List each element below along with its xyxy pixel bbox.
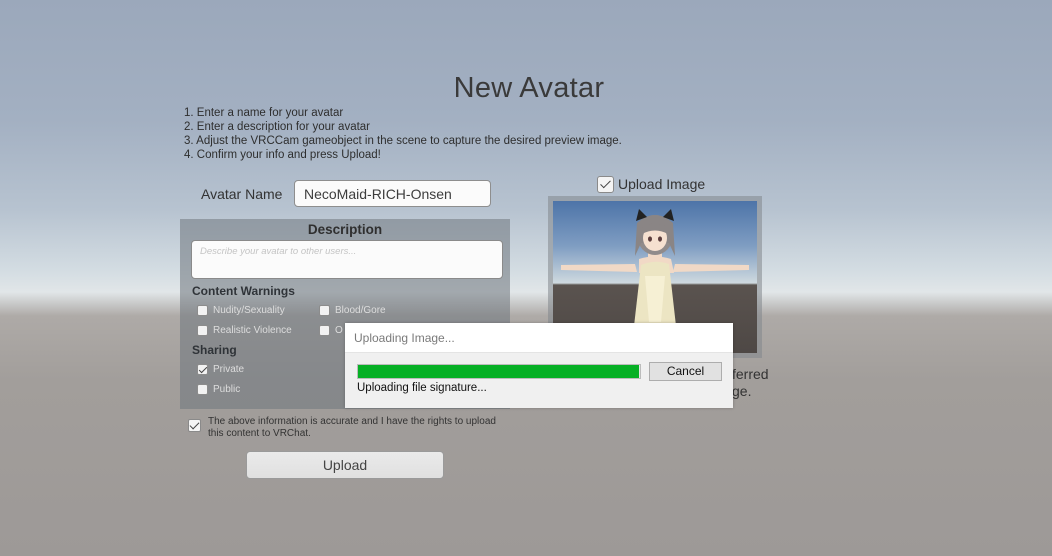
progress-bar-fill [358, 365, 639, 378]
private-checkbox[interactable] [197, 364, 208, 375]
agreement-text: The above information is accurate and I … [208, 416, 496, 439]
preview-caption-line2: ge. [732, 383, 752, 399]
instruction-4: 4. Confirm your info and press Upload! [184, 149, 381, 161]
public-label: Public [213, 384, 241, 395]
description-title: Description [307, 222, 383, 237]
avatar-name-label: Avatar Name [201, 186, 283, 202]
upload-image-label: Upload Image [618, 176, 706, 192]
dialog-title: Uploading Image... [345, 323, 733, 353]
cancel-button[interactable]: Cancel [649, 362, 722, 381]
preview-caption-line1: ferred [732, 366, 769, 382]
page-title: New Avatar [453, 72, 605, 104]
upload-button[interactable]: Upload [246, 451, 444, 479]
upload-status-text: Uploading file signature... [357, 382, 487, 394]
nudity-checkbox[interactable] [197, 305, 208, 316]
instructions: 1. Enter a name for your avatar 2. Enter… [184, 106, 622, 162]
upload-image-checkbox[interactable] [597, 176, 614, 193]
other-warning-label: O [335, 325, 343, 336]
blood-gore-checkbox[interactable] [319, 305, 330, 316]
content-warnings-title: Content Warnings [192, 284, 295, 298]
blood-gore-label: Blood/Gore [335, 305, 386, 316]
nudity-label: Nudity/Sexuality [213, 305, 285, 316]
description-input[interactable]: Describe your avatar to other users... [191, 240, 503, 279]
public-checkbox[interactable] [197, 384, 208, 395]
avatar-name-input[interactable]: NecoMaid-RICH-Onsen [294, 180, 491, 207]
instruction-3: 3. Adjust the VRCCam gameobject in the s… [184, 135, 622, 147]
sharing-title: Sharing [192, 343, 237, 357]
private-label: Private [213, 364, 245, 375]
other-warning-checkbox[interactable] [319, 325, 330, 336]
violence-label: Realistic Violence [213, 325, 292, 336]
instruction-1: 1. Enter a name for your avatar [184, 107, 344, 119]
agreement-checkbox[interactable] [188, 419, 201, 432]
instruction-2: 2. Enter a description for your avatar [184, 121, 371, 133]
violence-checkbox[interactable] [197, 325, 208, 336]
